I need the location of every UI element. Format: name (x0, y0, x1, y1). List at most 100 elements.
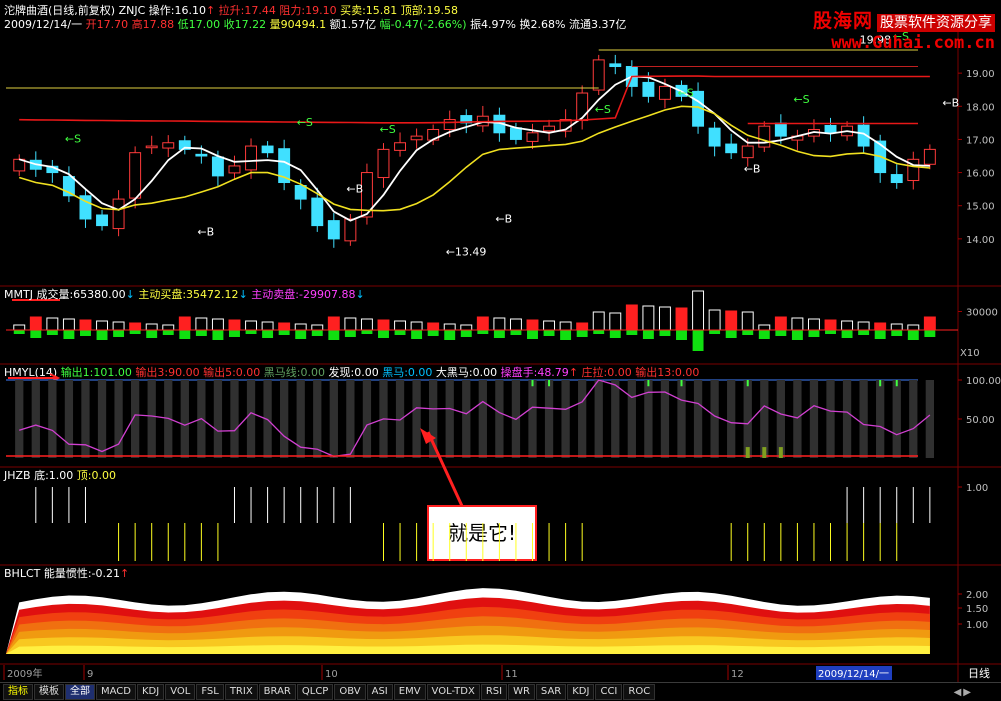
volume-bar (559, 321, 572, 331)
volume-bar (907, 324, 920, 331)
title-segment: 庄拉:0.00 (578, 365, 635, 379)
candle-body (642, 81, 655, 97)
volume-bar-neg (311, 330, 323, 336)
y-tick-label: 1.00 (966, 620, 988, 631)
volume-scale-label: X10 (960, 348, 980, 359)
volume-bar-neg (510, 330, 522, 335)
title-segment: 幅-0.47(-2.66%) (380, 18, 470, 31)
y-tick-label: 1.00 (966, 483, 988, 494)
y-tick-label: 16.00 (966, 169, 995, 180)
arrow-left-icon[interactable]: ◀ (954, 687, 962, 698)
arrow-right-icon[interactable]: ▶ (963, 687, 971, 698)
volume-bar-neg (13, 330, 25, 334)
indicator-tab-bar: 指标 模板 全部 MACD KDJ VOL FSL TRIX BRAR QLCP OBV ASI EMV… (0, 682, 1001, 701)
volume-bar (162, 324, 175, 331)
tab-kdj[interactable]: KDJ (136, 684, 165, 700)
period-label: 日线 (968, 666, 990, 680)
volume-bar (145, 323, 158, 331)
title-segment: 低17.00 (178, 18, 224, 31)
tab-vol-tdx[interactable]: VOL-TDX (426, 684, 480, 700)
y-tick-label: 15.00 (966, 202, 995, 213)
jhzb-bars (35, 487, 931, 561)
tab-trix[interactable]: TRIX (224, 684, 258, 700)
tab-brar[interactable]: BRAR (258, 684, 296, 700)
tab-[interactable]: 模板 (34, 684, 64, 700)
candle-body (576, 92, 589, 122)
candle-body (327, 220, 340, 240)
volume-bar (360, 318, 373, 331)
tab-[interactable]: 全部 (65, 684, 95, 700)
title-segment: 黑马线:0.00 (264, 365, 329, 379)
tab-obv[interactable]: OBV (334, 684, 366, 700)
volume-bar-neg (63, 330, 75, 339)
title-segment: ↓ (239, 288, 248, 301)
candle-body (824, 125, 837, 134)
tab-rsi[interactable]: RSI (480, 684, 508, 700)
title-segment: 开17.70 (86, 18, 132, 31)
signal-label: ←S (65, 133, 81, 146)
volume-bar-neg (245, 330, 257, 334)
title-segment: 操盘手:48.79 (501, 365, 569, 379)
volume-bar-neg (858, 330, 870, 335)
candle-body (443, 119, 456, 130)
tab-qlcp[interactable]: QLCP (296, 684, 334, 700)
candle-body (410, 135, 423, 141)
tab-fsl[interactable]: FSL (196, 684, 224, 700)
volume-bar (807, 318, 820, 331)
volume-bar (675, 307, 688, 331)
date-cursor-label: 2009/12/14/一 (818, 669, 889, 680)
volume-bar (460, 324, 473, 331)
volume-bar-neg (30, 330, 42, 338)
tab-sar[interactable]: SAR (535, 684, 567, 700)
blackhorse-bar (778, 447, 783, 458)
tab-cci[interactable]: CCI (595, 684, 623, 700)
title-segment: ↑ (569, 366, 578, 379)
tab-asi[interactable]: ASI (366, 684, 393, 700)
volume-bar-neg (477, 330, 489, 334)
volume-bar (311, 324, 324, 331)
tab-[interactable]: 指标 (3, 684, 33, 700)
candle-body (592, 59, 605, 91)
candle-body (394, 142, 407, 151)
volume-bar (294, 323, 307, 331)
volume-bar (725, 310, 738, 331)
tab-wr[interactable]: WR (508, 684, 535, 700)
candle-body (774, 122, 787, 137)
volume-bar (443, 323, 456, 331)
tab-kdj[interactable]: KDJ (567, 684, 595, 700)
volume-bar-neg (891, 330, 903, 336)
volume-bar (758, 324, 771, 331)
title-segment: 量90494.1 (270, 18, 330, 31)
volume-bar-neg (146, 330, 158, 338)
date-label: 12 (731, 669, 744, 680)
volume-bar (13, 324, 26, 331)
title-segment: 输出5:0.00 (203, 365, 264, 379)
blackhorse-bar (745, 447, 750, 458)
candle-body (261, 145, 274, 154)
signal-label: ←S (793, 93, 809, 106)
title-segment: 顶部:19.58 (397, 3, 458, 17)
date-label: 9 (87, 669, 93, 680)
tab-macd[interactable]: MACD (96, 684, 136, 700)
title-segment: 顶:0.00 (77, 469, 116, 482)
title-segment: 额1.57亿 (330, 18, 380, 31)
volume-bar (476, 316, 489, 331)
volume-bar (46, 317, 59, 331)
candle-body (658, 85, 671, 100)
tab-emv[interactable]: EMV (393, 684, 426, 700)
candle-body (725, 143, 738, 154)
volume-bar (658, 306, 671, 331)
volume-bar-neg (791, 330, 803, 340)
date-label: 11 (505, 669, 518, 680)
volume-bar (195, 317, 208, 331)
volume-bar (708, 309, 721, 331)
tab-roc[interactable]: ROC (623, 684, 656, 700)
tab-vol[interactable]: VOL (165, 684, 196, 700)
candle-body (195, 153, 208, 157)
volume-bar-neg (758, 330, 770, 339)
y-tick-label: 100.00 (966, 376, 1001, 387)
volume-bar-neg (841, 330, 853, 338)
hmyl-sticks (15, 380, 934, 458)
volume-bar-neg (262, 330, 274, 338)
volume-bar (129, 322, 142, 331)
